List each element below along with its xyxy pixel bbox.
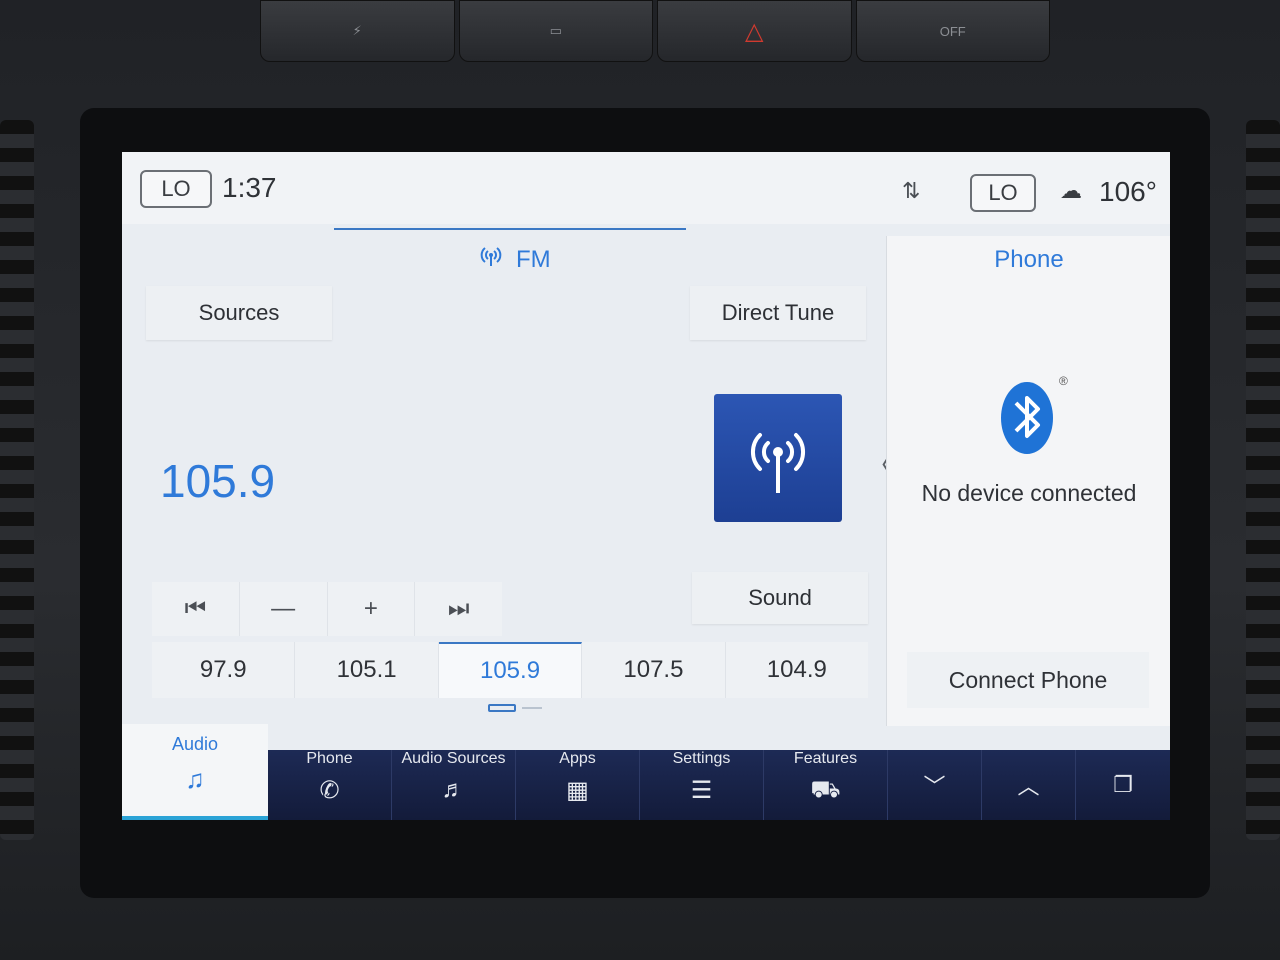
chevron-down-icon[interactable]: ﹀ — [888, 750, 982, 820]
cloud-thermometer-icon: ☁ — [1060, 178, 1082, 203]
page-dot-active — [488, 704, 516, 712]
nav-features-label: Features — [793, 750, 858, 767]
preset-button[interactable]: 97.9 — [152, 642, 296, 698]
nav-settings-tab[interactable]: Settings ☰ — [640, 750, 764, 820]
tuning-controls: ⏮ — + ⏭ — [152, 582, 502, 636]
sort-arrows-icon: ⇅ — [902, 178, 921, 203]
nav-phone-label: Phone — [306, 750, 353, 767]
sound-button[interactable]: Sound — [692, 572, 868, 624]
sources-button[interactable]: Sources — [146, 286, 332, 340]
phone-panel: Phone ® No device connected Connect Phon… — [886, 236, 1170, 726]
traction-off-button[interactable]: OFF — [855, 0, 1050, 62]
nav-audio-sources-tab[interactable]: Audio Sources ♬ — [392, 750, 516, 820]
nav-dark-bar: Phone ✆ Audio Sources ♬ Apps ▦ Settings … — [268, 750, 1170, 820]
band-header: FM — [478, 244, 551, 275]
preset-button[interactable]: 105.1 — [295, 642, 439, 698]
direct-tune-button[interactable]: Direct Tune — [690, 286, 866, 340]
fm-tab-indicator — [334, 228, 686, 230]
hardware-button-row: ⚡ ▭ △ OFF — [260, 0, 1050, 68]
infotainment-screen: LO 1:37 ⇅ LO ☁ 106° FM Sources Direct Tu… — [122, 152, 1170, 820]
settings-sliders-icon: ☰ — [690, 777, 713, 804]
tune-up-button[interactable]: + — [328, 582, 416, 636]
seek-forward-button[interactable]: ⏭ — [415, 582, 502, 636]
phone-status: No device connected — [921, 480, 1137, 506]
bottom-nav: Audio ♫ Phone ✆ Audio Sources ♬ Apps ▦ S… — [122, 724, 1170, 820]
phone-panel-title[interactable]: Phone — [887, 246, 1170, 274]
bluetooth-icon — [1001, 378, 1057, 456]
apps-grid-icon: ▦ — [566, 777, 589, 804]
nav-features-tab[interactable]: Features ⛟ — [764, 750, 888, 820]
nav-audio-label: Audio — [171, 734, 219, 754]
antenna-icon — [750, 433, 806, 493]
phone-icon: ✆ — [319, 777, 340, 804]
left-vent — [0, 120, 34, 840]
seek-back-button[interactable]: ⏮ — [152, 582, 240, 636]
preset-page-indicator — [488, 704, 542, 712]
preset-button-active[interactable]: 105.9 — [438, 642, 583, 698]
preset-button[interactable]: 107.5 — [582, 642, 726, 698]
preset-bar: 97.9 105.1 105.9 107.5 104.9 — [152, 642, 868, 698]
radio-station-tile[interactable] — [714, 394, 842, 522]
outside-temperature: 106° — [1099, 176, 1157, 207]
registered-mark: ® — [1059, 374, 1068, 388]
antenna-icon — [478, 244, 504, 275]
right-vent — [1246, 120, 1280, 840]
nav-phone-tab[interactable]: Phone ✆ — [268, 750, 392, 820]
status-bar: LO 1:37 ⇅ LO ☁ 106° — [122, 152, 1170, 224]
connect-phone-button[interactable]: Connect Phone — [907, 652, 1149, 708]
music-note-icon: ♫ — [185, 764, 205, 794]
page-dot — [522, 707, 542, 709]
band-label: FM — [516, 245, 551, 273]
nav-audio-sources-label: Audio Sources — [401, 750, 506, 767]
hazard-button[interactable]: △ — [657, 0, 852, 62]
nav-audio-tab[interactable]: Audio ♫ — [122, 724, 268, 820]
truck-icon: ⛟ — [810, 776, 841, 803]
tune-down-button[interactable]: — — [240, 582, 328, 636]
hardware-button-rear[interactable]: ▭ — [458, 0, 653, 62]
nav-apps-label: Apps — [559, 750, 596, 767]
nav-apps-tab[interactable]: Apps ▦ — [516, 750, 640, 820]
preset-button[interactable]: 104.9 — [726, 642, 868, 698]
windows-icon[interactable]: ❐ — [1076, 750, 1170, 820]
current-frequency: 105.9 — [160, 455, 276, 507]
clock: 1:37 — [222, 172, 277, 203]
nav-settings-label: Settings — [672, 750, 731, 767]
audio-sources-icon: ♬ — [441, 776, 466, 803]
climate-left-temp[interactable]: LO — [140, 170, 212, 208]
chevron-up-icon[interactable]: ︿ — [982, 750, 1076, 820]
climate-right-temp[interactable]: LO — [970, 174, 1036, 212]
hardware-button-defrost[interactable]: ⚡ — [260, 0, 455, 62]
